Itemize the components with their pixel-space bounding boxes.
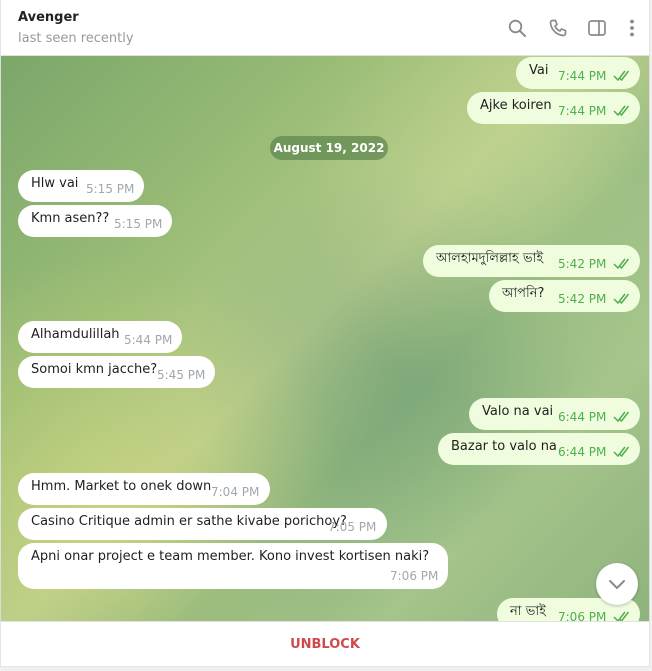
contact-name[interactable]: Avenger	[18, 10, 79, 25]
message-time: 5:15 PM	[86, 182, 135, 196]
message-outgoing[interactable]: Ajke koiren 7:44 PM	[467, 92, 640, 124]
message-text: আলহামদুলিল্লাহ ভাই	[436, 251, 544, 266]
message-time: 5:42 PM	[558, 292, 607, 306]
chat-header: Avenger last seen recently	[0, 0, 650, 56]
message-outgoing[interactable]: Valo na vai 6:44 PM	[469, 398, 640, 430]
message-outgoing[interactable]: Bazar to valo na 6:44 PM	[438, 433, 640, 465]
message-text: Hmm. Market to onek down	[31, 479, 212, 494]
message-time: 7:04 PM	[211, 485, 260, 499]
double-check-icon	[613, 60, 631, 88]
more-vertical-icon[interactable]	[622, 18, 642, 38]
message-text: Somoi kmn jacche?	[31, 362, 158, 377]
message-time: 7:06 PM	[390, 569, 439, 583]
message-incoming[interactable]: Casino Critique admin er sathe kivabe po…	[18, 508, 387, 540]
message-text: Bazar to valo na	[451, 439, 557, 454]
search-icon[interactable]	[507, 18, 527, 38]
message-time: 6:44 PM	[558, 410, 607, 424]
message-time: 7:44 PM	[558, 69, 607, 83]
date-separator: August 19, 2022	[270, 136, 388, 160]
message-text: না ভাই	[510, 604, 546, 619]
message-time: 5:42 PM	[558, 257, 607, 271]
sidebar-toggle-icon[interactable]	[587, 18, 607, 38]
message-time: 5:44 PM	[124, 333, 173, 347]
double-check-icon	[613, 436, 631, 464]
chevron-down-icon	[609, 580, 625, 589]
message-outgoing[interactable]: আলহামদুলিল্লাহ ভাই 5:42 PM	[423, 245, 640, 277]
message-time: 6:44 PM	[558, 445, 607, 459]
message-text: Hlw vai	[31, 176, 79, 191]
double-check-icon	[613, 248, 631, 276]
message-text: Apni onar project e team member. Kono in…	[31, 549, 430, 564]
message-text: আপনি?	[502, 286, 545, 301]
double-check-icon	[613, 283, 631, 311]
chat-footer: UNBLOCK	[0, 621, 650, 667]
message-text: Casino Critique admin er sathe kivabe po…	[31, 514, 347, 529]
message-incoming[interactable]: Hmm. Market to onek down 7:04 PM	[18, 473, 270, 505]
message-text: Valo na vai	[482, 404, 554, 419]
double-check-icon	[613, 95, 631, 123]
message-outgoing[interactable]: Vai 7:44 PM	[516, 57, 640, 89]
message-text: Ajke koiren	[480, 98, 552, 113]
scroll-down-button[interactable]	[596, 563, 638, 605]
message-incoming[interactable]: Alhamdulillah 5:44 PM	[18, 321, 182, 353]
message-time: 7:06 PM	[558, 610, 607, 621]
message-incoming[interactable]: Somoi kmn jacche? 5:45 PM	[18, 356, 215, 388]
message-text: Vai	[529, 63, 549, 78]
unblock-button[interactable]: UNBLOCK	[1, 622, 649, 668]
message-text: Kmn asen??	[31, 211, 110, 226]
message-text: Alhamdulillah	[31, 327, 120, 342]
contact-status: last seen recently	[18, 31, 134, 46]
double-check-icon	[613, 401, 631, 429]
message-time: 5:45 PM	[157, 368, 206, 382]
message-list[interactable]: Vai 7:44 PM Ajke koiren 7:44 PM August 1…	[0, 56, 650, 621]
phone-icon[interactable]	[548, 18, 568, 38]
message-outgoing[interactable]: আপনি? 5:42 PM	[489, 280, 640, 312]
message-incoming[interactable]: Kmn asen?? 5:15 PM	[18, 205, 172, 237]
message-incoming[interactable]: Apni onar project e team member. Kono in…	[18, 543, 448, 589]
message-time: 7:44 PM	[558, 104, 607, 118]
message-incoming[interactable]: Hlw vai 5:15 PM	[18, 170, 144, 202]
message-time: 7:05 PM	[328, 520, 377, 534]
message-time: 5:15 PM	[114, 217, 163, 231]
